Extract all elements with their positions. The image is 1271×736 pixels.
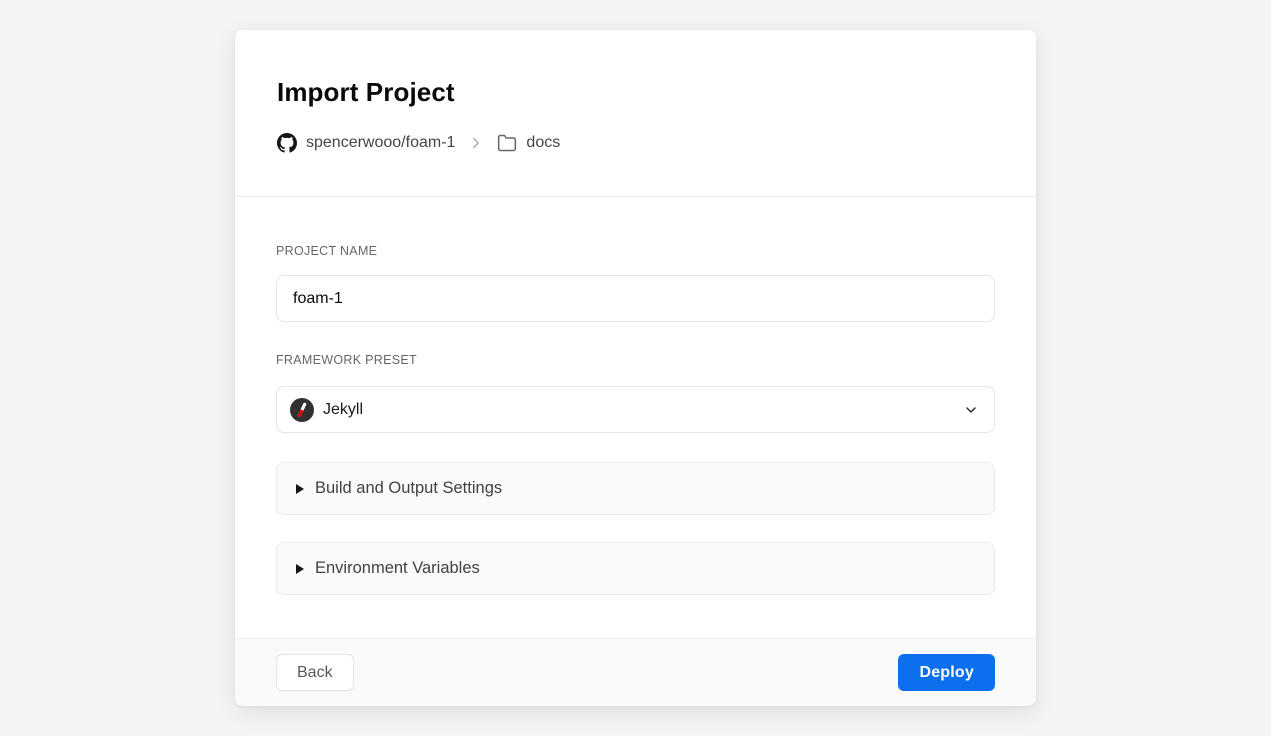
project-name-label: PROJECT NAME [276,244,995,258]
import-project-dialog: Import Project spencerwooo/foam-1 docs [235,30,1036,706]
framework-preset-select[interactable]: Jekyll [276,386,995,433]
page-title: Import Project [277,78,994,106]
jekyll-icon [290,398,314,422]
chevron-right-icon [467,134,485,152]
chevron-down-icon [963,402,979,418]
breadcrumb: spencerwooo/foam-1 docs [277,130,994,155]
triangle-right-icon [296,564,304,574]
breadcrumb-folder: docs [526,134,560,152]
framework-preset-label: FRAMEWORK PRESET [276,353,995,367]
project-name-input[interactable] [276,275,995,322]
dialog-body: PROJECT NAME FRAMEWORK PRESET Jekyll [235,197,1036,638]
folder-icon [497,133,517,153]
accordion-label: Environment Variables [315,559,480,578]
back-button[interactable]: Back [276,654,354,691]
accordion-environment-variables[interactable]: Environment Variables [276,542,995,595]
dialog-footer: Back Deploy [235,638,1036,706]
accordion-build-output-settings[interactable]: Build and Output Settings [276,462,995,515]
triangle-right-icon [296,484,304,494]
deploy-button[interactable]: Deploy [898,654,995,691]
framework-selected-value: Jekyll [323,401,963,419]
accordion-label: Build and Output Settings [315,479,502,498]
dialog-header: Import Project spencerwooo/foam-1 docs [235,30,1036,197]
breadcrumb-repo: spencerwooo/foam-1 [306,134,455,152]
github-icon [277,133,297,153]
